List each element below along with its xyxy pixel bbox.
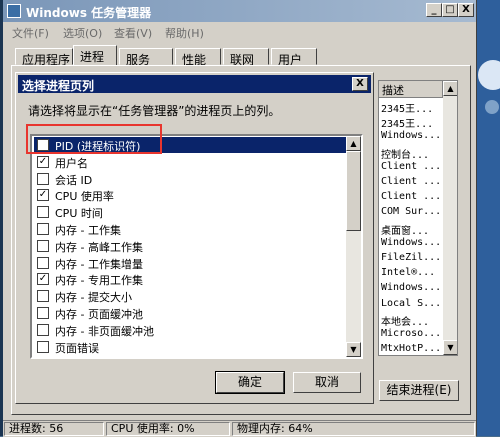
column-option-label: CPU 时间	[55, 207, 103, 221]
column-option-label: 内存 - 工作集增量	[55, 257, 143, 271]
column-option-label: 页面错误增量	[55, 356, 121, 357]
chevron-up-icon[interactable]: ▲	[346, 136, 361, 151]
title-bar: Windows 任务管理器 _ □ X	[3, 0, 476, 22]
process-description-cell[interactable]: Windows...	[381, 282, 441, 298]
checkbox[interactable]	[37, 307, 49, 319]
process-description-cell[interactable]: 本地会...	[381, 313, 429, 329]
tab-performance[interactable]: 性能	[175, 48, 221, 67]
checkbox[interactable]	[37, 239, 49, 252]
process-description-cell[interactable]: Microso...	[381, 328, 441, 344]
status-bar: 进程数: 56 CPU 使用率: 0% 物理内存: 64%	[3, 420, 476, 437]
process-description-cell[interactable]: FileZil...	[381, 252, 441, 268]
column-option-label: CPU 使用率	[55, 190, 114, 204]
checkbox-checked[interactable]: ✓	[37, 189, 49, 202]
column-option-label: 内存 - 页面缓冲池	[55, 308, 143, 321]
description-column-header[interactable]: 描述	[379, 81, 443, 98]
ok-button[interactable]: 确定	[215, 371, 285, 394]
select-columns-dialog: 选择进程页列 X 请选择将显示在“任务管理器”的进程页上的列。 PID (进程标…	[15, 72, 374, 404]
dialog-instruction: 请选择将显示在“任务管理器”的进程页上的列。	[28, 104, 281, 118]
checkbox[interactable]	[37, 256, 49, 269]
column-option-label: 内存 - 提交大小	[55, 291, 132, 305]
column-option-label: 内存 - 高峰工作集	[55, 240, 143, 254]
column-option[interactable]: 内存 - 高峰工作集	[34, 238, 348, 254]
tab-services[interactable]: 服务	[119, 48, 173, 67]
process-description-cell[interactable]: Windows...	[381, 237, 441, 253]
chevron-up-icon[interactable]: ▲	[443, 81, 457, 96]
process-description-cell[interactable]: Client ...	[381, 191, 441, 207]
process-description-cell[interactable]: Windows...	[381, 130, 441, 146]
process-description-cell[interactable]: 控制台...	[381, 146, 429, 162]
column-option[interactable]: 会话 ID	[34, 171, 348, 187]
column-option-label: 内存 - 非页面缓冲池	[55, 324, 154, 338]
column-option[interactable]: 内存 - 工作集	[34, 221, 348, 237]
column-option[interactable]: ✓ CPU 使用率	[34, 187, 348, 203]
window-title: Windows 任务管理器	[26, 6, 152, 20]
process-description-cell[interactable]: 桌面窗...	[381, 222, 429, 238]
menu-file[interactable]: 文件(F)	[12, 25, 49, 41]
menu-bar: 文件(F) 选项(O) 查看(V) 帮助(H)	[3, 23, 476, 41]
columns-list: PID (进程标识符) ✓ 用户名 会话 ID ✓ CPU 使用率 CPU 时间 内存 - 工…	[30, 134, 363, 359]
column-option-label: 内存 - 工作集	[55, 224, 121, 237]
process-description-cell[interactable]: Local S...	[381, 298, 441, 314]
process-description-cell[interactable]: COM Sur...	[381, 206, 441, 222]
status-cpu-usage: CPU 使用率: 0%	[106, 422, 230, 436]
checkbox-checked[interactable]: ✓	[37, 155, 49, 168]
process-list-scrollbar[interactable]: ▲ ▼	[443, 81, 457, 355]
status-process-count: 进程数: 56	[4, 422, 104, 436]
menu-options[interactable]: 选项(O)	[63, 25, 102, 41]
column-option[interactable]: ✓ 内存 - 专用工作集	[34, 271, 348, 287]
column-option[interactable]: 内存 - 页面缓冲池	[34, 305, 348, 321]
status-memory: 物理内存: 64%	[232, 422, 475, 436]
checkbox[interactable]	[37, 223, 49, 235]
chevron-down-icon[interactable]: ▼	[346, 342, 361, 357]
tab-processes[interactable]: 进程	[73, 45, 117, 66]
dialog-title: 选择进程页列	[22, 79, 95, 93]
close-button[interactable]: X	[458, 3, 474, 17]
menu-view[interactable]: 查看(V)	[114, 25, 152, 41]
app-icon	[7, 4, 21, 18]
process-description-column: 描述 ▲ ▼ 2345王... 2345王... Windows... 控制台... C…	[378, 80, 458, 356]
column-option-label: 页面错误	[55, 341, 99, 355]
chevron-down-icon[interactable]: ▼	[443, 340, 457, 355]
process-description-cell[interactable]: Client ...	[381, 161, 441, 177]
column-option[interactable]: 内存 - 工作集增量	[34, 255, 348, 271]
column-option-label: 会话 ID	[55, 173, 93, 187]
checkbox[interactable]	[37, 172, 49, 185]
minimize-button[interactable]: _	[426, 3, 442, 17]
end-process-button[interactable]: 结束进程(E)	[379, 380, 459, 401]
checkbox[interactable]	[37, 357, 49, 359]
column-option[interactable]: ✓ 用户名	[34, 154, 348, 170]
checkbox[interactable]	[37, 340, 49, 353]
column-option[interactable]: 页面错误	[34, 339, 348, 355]
checkbox-checked[interactable]: ✓	[37, 273, 49, 286]
desktop-icon	[485, 100, 499, 114]
checkbox[interactable]	[37, 290, 49, 303]
process-description-cell[interactable]: 2345王...	[381, 115, 433, 131]
dialog-close-button[interactable]: X	[352, 77, 368, 91]
tab-applications[interactable]: 应用程序	[15, 48, 73, 67]
checkbox[interactable]	[37, 323, 49, 336]
column-option[interactable]: 页面错误增量	[34, 355, 348, 359]
dialog-title-bar: 选择进程页列 X	[18, 75, 371, 93]
annotation-highlight-box	[26, 124, 162, 154]
menu-help[interactable]: 帮助(H)	[165, 25, 204, 41]
checkbox[interactable]	[37, 206, 49, 219]
column-option-label: 内存 - 专用工作集	[55, 274, 143, 288]
cancel-button[interactable]: 取消	[293, 372, 361, 393]
process-description-cell[interactable]: Intel®...	[381, 267, 435, 283]
maximize-button[interactable]: □	[442, 3, 458, 17]
column-option[interactable]: CPU 时间	[34, 204, 348, 220]
tab-users[interactable]: 用户	[271, 48, 317, 67]
process-description-cell[interactable]: MtxHotP...	[381, 343, 441, 355]
process-description-cell[interactable]: Client ...	[381, 176, 441, 192]
columns-list-scrollbar[interactable]: ▲ ▼	[346, 136, 361, 357]
process-description-cell[interactable]: 2345王...	[381, 100, 433, 116]
column-option-label: 用户名	[55, 156, 88, 170]
desktop-icon	[478, 60, 500, 90]
scrollbar-thumb[interactable]	[346, 151, 361, 231]
column-option[interactable]: 内存 - 提交大小	[34, 288, 348, 304]
column-option[interactable]: 内存 - 非页面缓冲池	[34, 322, 348, 338]
tab-networking[interactable]: 联网	[223, 48, 269, 67]
